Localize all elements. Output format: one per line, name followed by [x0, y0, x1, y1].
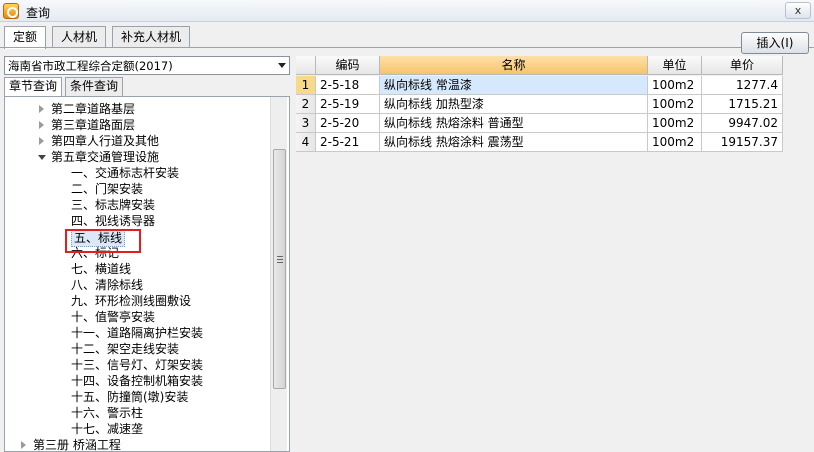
tree-item[interactable]: 十五、防撞筒(墩)安装 [5, 389, 269, 405]
tree-item[interactable]: 十一、道路隔离护栏安装 [5, 325, 269, 341]
title-bar: 查询 x [0, 0, 814, 22]
row-number[interactable]: 2 [296, 95, 316, 114]
column-header-name[interactable]: 名称 [380, 56, 648, 75]
app-icon [3, 3, 19, 19]
cell-code[interactable]: 2-5-21 [316, 133, 380, 152]
tree-item[interactable]: 十、值警亭安装 [5, 309, 269, 325]
tree-item-label: 第三册 桥涵工程 [33, 438, 121, 452]
tree-item-label: 十七、减速垄 [71, 422, 144, 436]
cell-name[interactable]: 纵向标线 常温漆 [380, 76, 648, 95]
cell-price[interactable]: 1715.21 [702, 95, 783, 114]
collapse-arrow-icon[interactable] [38, 155, 46, 160]
tree-item[interactable]: 第三章道路面层 [5, 117, 269, 133]
tree-item-label: 八、清除标线 [71, 278, 144, 292]
tree-item-label: 一、交通标志杆安装 [71, 166, 180, 180]
tab-chapter-query[interactable]: 章节查询 [4, 77, 63, 97]
tree-item[interactable]: 十二、架空走线安装 [5, 341, 269, 357]
tree-item[interactable]: 九、环形检测线圈敷设 [5, 293, 269, 309]
expand-arrow-icon[interactable] [21, 441, 26, 449]
tree-item-label: 第三章道路面层 [51, 118, 136, 132]
library-select-value: 海南省市政工程综合定额(2017) [8, 59, 173, 73]
tree-item-label: 九、环形检测线圈敷设 [71, 294, 192, 308]
top-tab-strip: 定额 人材机 补充人材机 [0, 26, 814, 49]
cell-unit[interactable]: 100m2 [648, 114, 702, 133]
tree-item[interactable]: 三、标志牌安装 [5, 197, 269, 213]
chevron-down-icon[interactable] [278, 63, 286, 68]
tree-item-label: 十五、防撞筒(墩)安装 [71, 390, 189, 404]
tree-item-label: 十四、设备控制机箱安装 [71, 374, 204, 388]
tree-item-label: 十三、信号灯、灯架安装 [71, 358, 204, 372]
cell-name[interactable]: 纵向标线 热熔涂料 震荡型 [380, 133, 648, 152]
row-number[interactable]: 3 [296, 114, 316, 133]
tree-scrollbar[interactable] [270, 97, 287, 451]
tree-item-label: 三、标志牌安装 [71, 198, 156, 212]
expand-arrow-icon[interactable] [39, 105, 44, 113]
tab-condition-query[interactable]: 条件查询 [65, 77, 124, 96]
tree-item[interactable]: 一、交通标志杆安装 [5, 165, 269, 181]
column-header-code[interactable]: 编码 [316, 56, 380, 75]
grip-line [277, 256, 283, 257]
tree-item[interactable]: 四、视线诱导器 [5, 213, 269, 229]
tree-item[interactable]: 十三、信号灯、灯架安装 [5, 357, 269, 373]
cell-name[interactable]: 纵向标线 热熔涂料 普通型 [380, 114, 648, 133]
cell-unit[interactable]: 100m2 [648, 95, 702, 114]
cell-code[interactable]: 2-5-18 [316, 76, 380, 95]
insert-button[interactable]: 插入(I) [741, 32, 809, 54]
tree-item[interactable]: 八、清除标线 [5, 277, 269, 293]
chapter-tree[interactable]: 第二章道路基层 第三章道路面层第四章人行道及其他 第五章交通管理设施一、交通标志杆安… [4, 96, 290, 452]
tab-quota[interactable]: 定额 [4, 26, 47, 49]
grid-corner [296, 56, 316, 75]
tree-item[interactable]: 第四章人行道及其他 [5, 133, 269, 149]
tree-item[interactable]: 十七、减速垄 [5, 421, 269, 437]
expand-arrow-icon[interactable] [39, 121, 44, 129]
tree-item-label: 四、视线诱导器 [71, 214, 156, 228]
tree-item[interactable]: 七、横道线 [5, 261, 269, 277]
cell-name[interactable]: 纵向标线 加热型漆 [380, 95, 648, 114]
grip-line [277, 262, 283, 263]
tree-item[interactable]: 二、门架安装 [5, 181, 269, 197]
cell-code[interactable]: 2-5-19 [316, 95, 380, 114]
tree-item-label: 第四章人行道及其他 [51, 134, 160, 148]
scrollbar-thumb[interactable] [273, 149, 286, 389]
column-header-price[interactable]: 单价 [702, 56, 783, 75]
tab-materials[interactable]: 人材机 [52, 26, 107, 48]
cell-code[interactable]: 2-5-20 [316, 114, 380, 133]
tree-item-label: 十六、警示柱 [71, 406, 144, 420]
tree-item-label: 十、值警亭安装 [71, 310, 156, 324]
tree-item-label: 二、门架安装 [71, 182, 144, 196]
tree-item[interactable]: 第二章道路基层 [5, 101, 269, 117]
cell-unit[interactable]: 100m2 [648, 133, 702, 152]
tree-item-label: 七、横道线 [71, 262, 132, 276]
grip-line [277, 259, 283, 260]
cell-price[interactable]: 9947.02 [702, 114, 783, 133]
cell-price[interactable]: 19157.37 [702, 133, 783, 152]
cell-price[interactable]: 1277.4 [702, 76, 783, 95]
tree-item[interactable]: 第五章交通管理设施 [5, 149, 269, 165]
tree-item[interactable]: 第三册 桥涵工程 [5, 437, 269, 452]
tree-item-label: 第二章道路基层 [51, 102, 136, 116]
window-title: 查询 [26, 6, 51, 20]
tab-divider [0, 47, 814, 48]
column-header-unit[interactable]: 单位 [648, 56, 702, 75]
close-button[interactable]: x [785, 2, 811, 19]
tree-item-label: 十一、道路隔离护栏安装 [71, 326, 204, 340]
row-number[interactable]: 4 [296, 133, 316, 152]
cell-unit[interactable]: 100m2 [648, 76, 702, 95]
expand-arrow-icon[interactable] [39, 137, 44, 145]
tree-item[interactable]: 十四、设备控制机箱安装 [5, 373, 269, 389]
tree-item[interactable]: 十六、警示柱 [5, 405, 269, 421]
tab-supplementary-materials[interactable]: 补充人材机 [112, 26, 191, 48]
tree-item-label: 十二、架空走线安装 [71, 342, 180, 356]
selection-highlight-box [65, 229, 141, 253]
row-number[interactable]: 1 [296, 76, 316, 95]
tree-item-label: 第五章交通管理设施 [51, 150, 160, 164]
library-select[interactable]: 海南省市政工程综合定额(2017) [4, 56, 290, 75]
